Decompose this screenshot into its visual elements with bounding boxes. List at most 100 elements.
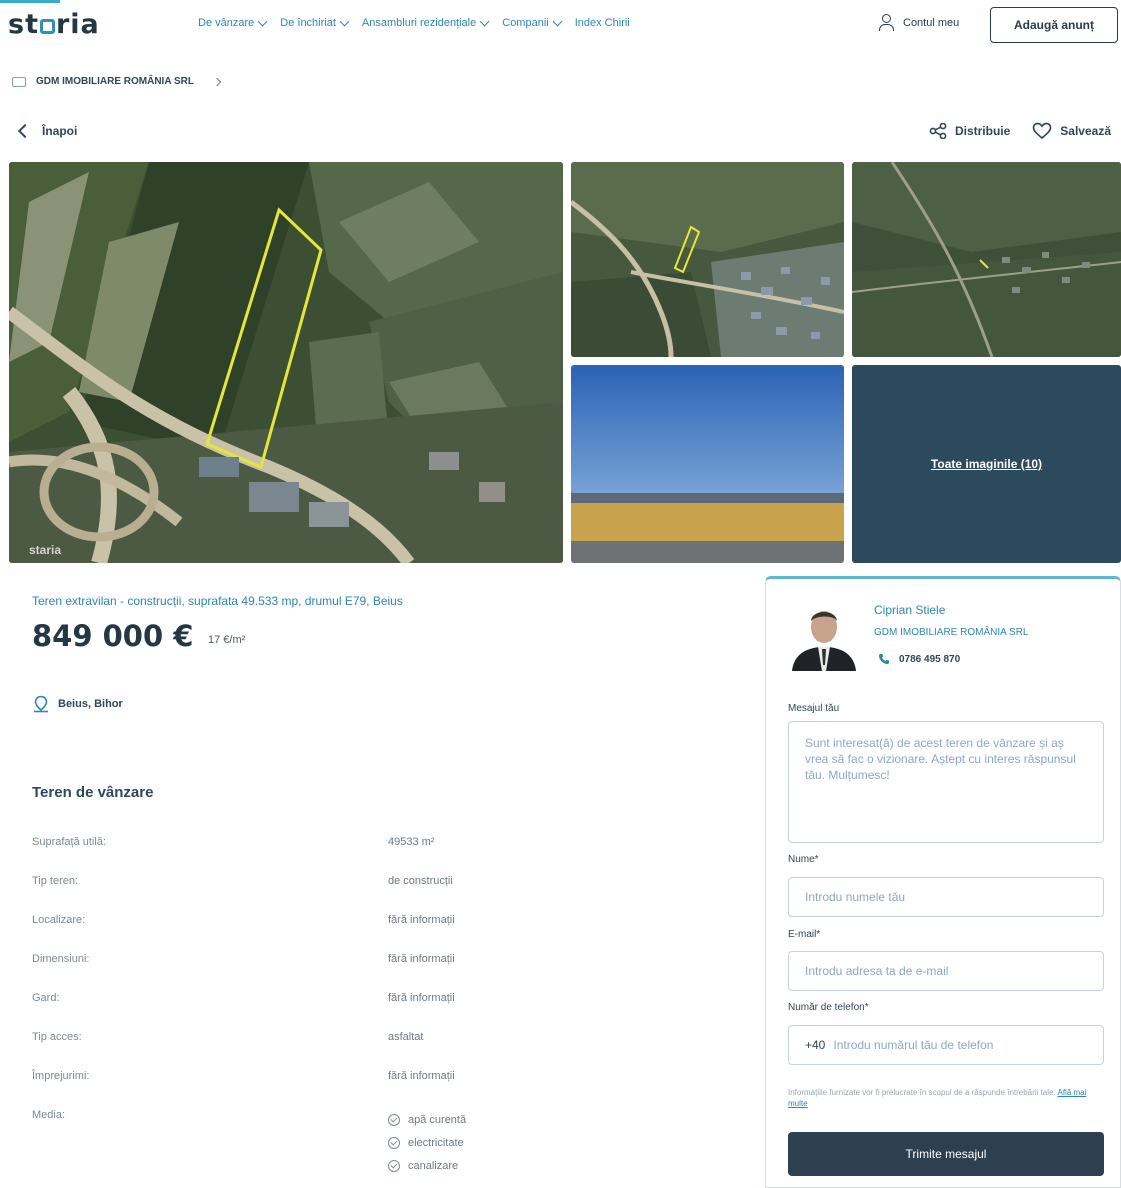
spec-value: fără informații [388, 1070, 455, 1082]
back-button[interactable]: Înapoi [17, 123, 78, 139]
spec-key: Localizare: [32, 914, 86, 926]
listing-actions: Distribuie Salvează [929, 122, 1111, 140]
back-label: Înapoi [42, 124, 78, 138]
email-placeholder: Introdu adresa ta de e-mail [805, 964, 949, 978]
price-per-m2: 17 €/m² [208, 634, 246, 646]
location-text: Beius, Bihor [58, 698, 123, 710]
chevron-down-icon [552, 16, 563, 26]
heart-icon [1032, 122, 1052, 140]
staria-logo[interactable]: st ria [8, 9, 100, 40]
aerial-map-image [852, 162, 1121, 357]
agent-name[interactable]: Ciprian Stiele [874, 603, 945, 617]
nav-label: De vânzare [198, 17, 255, 29]
agent-phone-number: 0786 495 870 [899, 653, 961, 665]
spec-value: fără informații [388, 953, 455, 965]
aerial-map-image [9, 162, 563, 563]
utility-label: canalizare [408, 1159, 459, 1172]
privacy-note: Informațiile furnizate vor fi prelucrate… [788, 1087, 1098, 1109]
save-button[interactable]: Salvează [1032, 122, 1111, 140]
share-icon [929, 123, 947, 139]
privacy-text: Informațiile furnizate vor fi prelucrate… [788, 1088, 1056, 1097]
spec-key: Împrejurimi: [32, 1070, 90, 1082]
section-title: Teren de vânzare [32, 784, 154, 801]
check-circle-icon [388, 1136, 400, 1149]
spec-key: Dimensiuni: [32, 953, 90, 965]
message-textarea[interactable]: Sunt interesat(ă) de acest teren de vânz… [788, 721, 1104, 843]
name-label: Nume* [788, 854, 819, 865]
nav-companii[interactable]: Companii [502, 16, 563, 29]
utility-label: apă curentă [408, 1113, 467, 1126]
name-input[interactable]: Introdu numele tău [788, 877, 1104, 917]
user-icon [878, 14, 894, 32]
aerial-map-image [571, 162, 844, 357]
listing-location[interactable]: Beius, Bihor [32, 695, 123, 713]
spec-value: fără informații [388, 992, 455, 1004]
nav-label: Index Chirii [574, 17, 630, 29]
landscape-photo-image [571, 365, 844, 563]
agent-company: GDM IMOBILIARE ROMÂNIA SRL [874, 627, 1029, 638]
phone-placeholder: Introdu numărul tău de telefon [833, 1038, 994, 1052]
top-navigation: st ria De vânzare De închiriat Ansambluri… [0, 0, 1121, 52]
message-label: Mesajul tău [788, 703, 840, 714]
account-link[interactable]: Contul meu [878, 14, 959, 32]
phone-input[interactable]: +40 Introdu numărul tău de telefon [788, 1025, 1104, 1065]
agent-phone[interactable]: 0786 495 870 [878, 653, 960, 665]
share-button[interactable]: Distribuie [929, 123, 1010, 139]
save-label: Salvează [1060, 124, 1111, 138]
email-label: E-mail* [788, 929, 821, 940]
phone-prefix[interactable]: +40 [805, 1038, 825, 1052]
spec-key: Suprafață utilă: [32, 836, 106, 848]
all-images-link[interactable]: Toate imaginile (10) [852, 365, 1121, 563]
agency-icon [12, 76, 26, 87]
spec-value: de construcții [388, 875, 453, 887]
main-nav: De vânzare De închiriat Ansambluri rezid… [198, 16, 630, 29]
nav-label: De închiriat [280, 17, 336, 29]
phone-label: Număr de telefon* [788, 1002, 869, 1013]
chevron-down-icon [257, 16, 268, 26]
listing-price: 849 000 € [32, 619, 194, 653]
share-label: Distribuie [954, 124, 1011, 138]
photo-3[interactable] [852, 162, 1121, 357]
spec-key: Tip acces: [32, 1031, 82, 1043]
breadcrumb: GDM IMOBILIARE ROMÂNIA SRL [12, 76, 222, 87]
utilities-list: apă curentă electricitate canalizare [388, 1108, 466, 1177]
check-circle-icon [388, 1113, 400, 1126]
breadcrumb-agency[interactable]: GDM IMOBILIARE ROMÂNIA SRL [36, 76, 194, 87]
email-input[interactable]: Introdu adresa ta de e-mail [788, 951, 1104, 991]
utility-item: electricitate [388, 1131, 466, 1154]
photo-4[interactable] [571, 365, 844, 563]
chevron-right-icon [212, 77, 222, 86]
account-label: Contul meu [903, 17, 960, 29]
listing-title: Teren extravilan - construcții, suprafat… [32, 594, 403, 608]
nav-de-vanzare[interactable]: De vânzare [198, 16, 268, 29]
chevron-down-icon [339, 16, 350, 26]
contact-panel: Ciprian Stiele GDM IMOBILIARE ROMÂNIA SR… [765, 576, 1121, 1188]
check-circle-icon [388, 1159, 400, 1172]
spec-value: asfaltat [388, 1031, 424, 1043]
add-listing-button[interactable]: Adaugă anunț [990, 7, 1118, 43]
utility-label: electricitate [408, 1136, 464, 1149]
logo-square-icon [39, 19, 55, 34]
spec-value: 49533 m² [388, 836, 435, 848]
phone-icon [879, 654, 889, 664]
nav-ansambluri[interactable]: Ansambluri rezidențiale [361, 16, 490, 29]
spec-key: Media: [32, 1109, 66, 1121]
top-accent-line [0, 0, 60, 3]
nav-label: Companii [502, 17, 549, 29]
spec-key: Gard: [32, 992, 60, 1004]
nav-de-inchiriat[interactable]: De închiriat [280, 16, 350, 29]
utility-item: apă curentă [388, 1108, 466, 1131]
photo-2[interactable] [571, 162, 844, 357]
send-message-button[interactable]: Trimite mesajul [788, 1132, 1104, 1176]
chevron-left-icon [17, 123, 33, 139]
photo-5-all-images[interactable]: Toate imaginile (10) [852, 365, 1121, 563]
nav-label: Ansambluri rezidențiale [361, 17, 477, 29]
chevron-down-icon [479, 16, 490, 26]
name-placeholder: Introdu numele tău [805, 890, 906, 904]
watermark: staria [29, 543, 62, 557]
nav-index-chirii[interactable]: Index Chirii [575, 17, 630, 29]
main-photo[interactable]: staria [9, 162, 563, 563]
spec-value: fără informații [388, 914, 455, 926]
agent-avatar [788, 597, 860, 671]
spec-key: Tip teren: [32, 875, 79, 887]
